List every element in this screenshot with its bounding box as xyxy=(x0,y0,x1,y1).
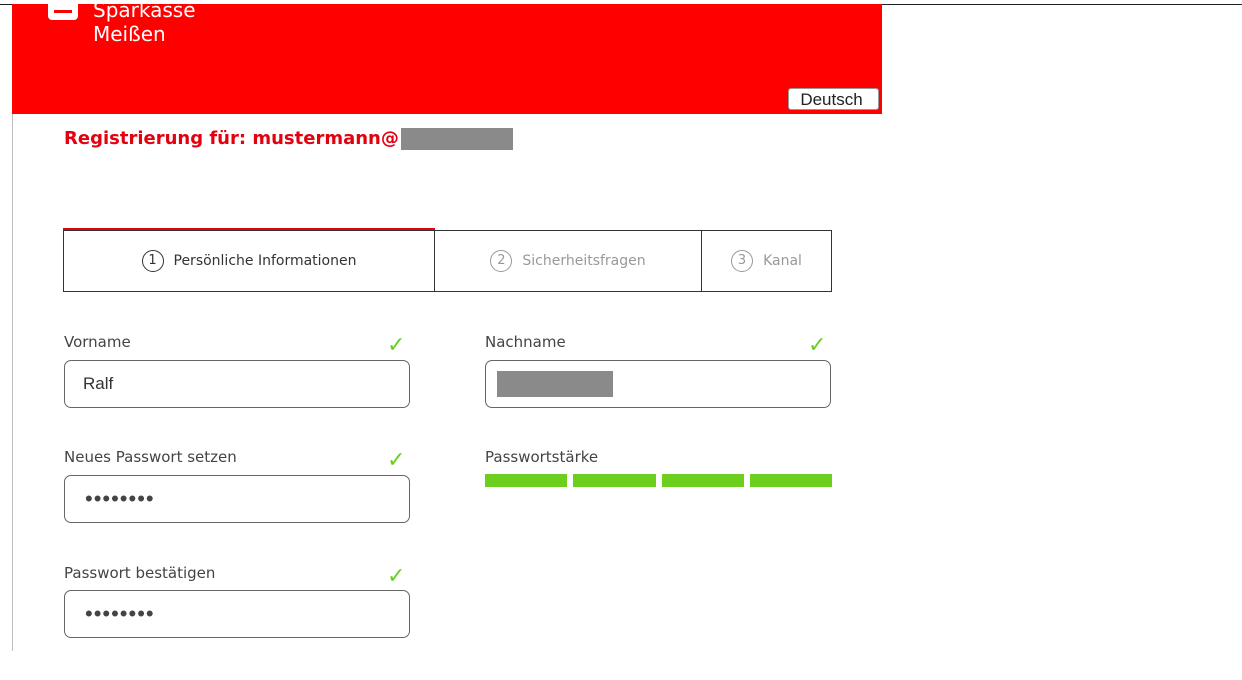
content-left-border xyxy=(12,113,13,651)
vorname-label: Vorname xyxy=(64,333,131,351)
checkmark-icon: ✓ xyxy=(808,333,827,358)
password-strength-meter xyxy=(485,474,832,487)
redacted-nachname-value xyxy=(497,371,613,397)
vorname-input[interactable]: Ralf xyxy=(64,360,410,408)
checkmark-icon: ✓ xyxy=(387,564,406,589)
strength-segment xyxy=(661,474,744,487)
checkmark-icon: ✓ xyxy=(387,333,406,358)
tab-label: Persönliche Informationen xyxy=(173,253,357,269)
new-password-label: Neues Passwort setzen xyxy=(64,448,237,466)
registration-steps: 1 Persönliche Informationen 2 Sicherheit… xyxy=(63,228,832,292)
new-password-input[interactable]: •••••••• xyxy=(64,475,410,523)
vorname-value: Ralf xyxy=(83,374,114,393)
step-number-2: 2 xyxy=(490,250,513,272)
tab-kanal[interactable]: 3 Kanal xyxy=(701,230,832,292)
new-password-value: •••••••• xyxy=(85,486,155,511)
confirm-password-value: •••••••• xyxy=(85,601,155,626)
registration-title-text: Registrierung für: mustermann@ xyxy=(64,128,399,149)
confirm-password-label: Passwort bestätigen xyxy=(64,564,216,582)
password-strength-label: Passwortstärke xyxy=(485,448,599,466)
confirm-password-input[interactable]: •••••••• xyxy=(64,590,410,638)
nachname-input[interactable] xyxy=(485,360,831,408)
brand-line-2: Meißen xyxy=(93,22,166,46)
strength-segment xyxy=(573,474,656,487)
tab-label: Sicherheitsfragen xyxy=(522,253,646,269)
step-number-3: 3 xyxy=(731,250,754,272)
sparkasse-logo-icon xyxy=(48,4,78,20)
strength-segment xyxy=(485,474,568,487)
strength-segment xyxy=(749,474,832,487)
tab-persoenliche-informationen[interactable]: 1 Persönliche Informationen xyxy=(63,230,435,292)
tab-sicherheitsfragen[interactable]: 2 Sicherheitsfragen xyxy=(434,230,702,292)
nachname-label: Nachname xyxy=(485,333,566,351)
language-select-button[interactable]: Deutsch xyxy=(788,88,879,110)
brand-line-1: Sparkasse xyxy=(93,0,196,22)
redacted-email-domain xyxy=(400,128,513,150)
brand-name: Sparkasse Meißen xyxy=(93,0,196,46)
registration-title: Registrierung für: mustermann@ xyxy=(64,128,513,150)
step-number-1: 1 xyxy=(141,250,164,272)
site-header: Sparkasse Meißen Deutsch xyxy=(12,0,882,114)
tab-label: Kanal xyxy=(763,253,802,269)
checkmark-icon: ✓ xyxy=(387,448,406,473)
